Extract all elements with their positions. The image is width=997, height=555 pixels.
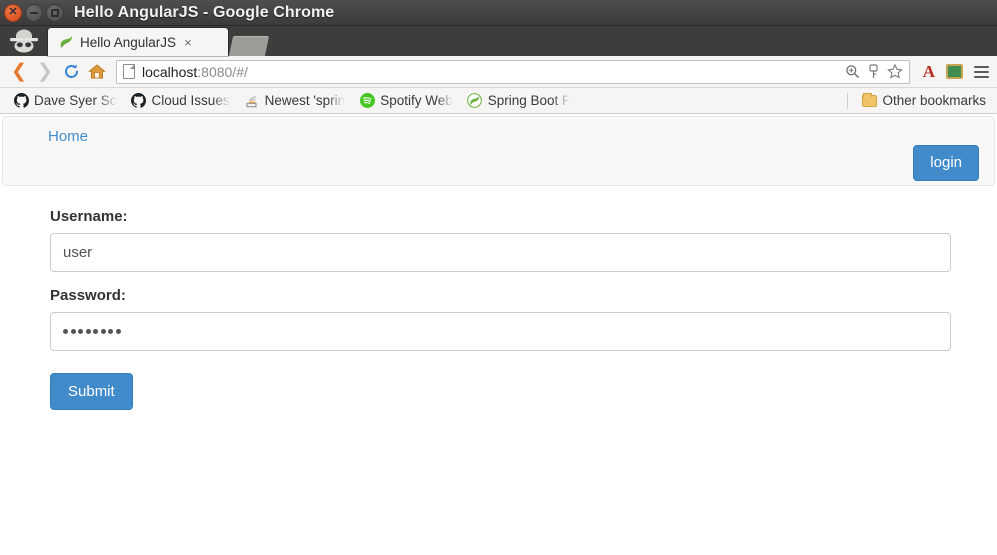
reload-button[interactable]: [58, 59, 84, 85]
other-bookmarks-label: Other bookmarks: [882, 93, 986, 108]
page-container: Home login Username: Password: Submit: [0, 116, 997, 410]
forward-arrow-icon: ❯: [37, 61, 53, 82]
submit-button[interactable]: Submit: [50, 373, 133, 410]
key-icon[interactable]: [867, 64, 880, 79]
password-dot: [115, 329, 121, 334]
tab-close-icon[interactable]: ×: [184, 36, 192, 49]
forward-button[interactable]: ❯: [32, 59, 58, 85]
username-group: Username:: [50, 208, 951, 272]
reload-icon: [63, 63, 80, 80]
window-titlebar: ✕ Hello AngularJS - Google Chrome: [0, 0, 997, 26]
url-host: localhost: [142, 63, 198, 80]
password-dot: [93, 329, 98, 334]
bookmark-item[interactable]: Cloud Issues: [124, 93, 237, 109]
password-dot: [100, 329, 106, 334]
stackoverflow-icon: [244, 93, 260, 109]
bookmark-label: Newest 'sprin: [264, 93, 346, 108]
bookmark-item[interactable]: Spotify Web: [352, 93, 460, 109]
bookmark-item[interactable]: Dave Syer Sc: [6, 93, 124, 109]
submit-row: Submit: [50, 373, 947, 410]
spotify-icon: [359, 93, 375, 109]
bookmark-label: Dave Syer Sc: [34, 93, 117, 108]
back-button[interactable]: ❮: [6, 59, 32, 85]
password-masked-value: [63, 319, 938, 344]
navbar-right: login: [913, 145, 979, 181]
password-dot: [85, 329, 91, 334]
bookmark-star-icon[interactable]: [886, 64, 903, 79]
incognito-icon: [0, 26, 48, 56]
tab-strip: Hello AngularJS ×: [0, 26, 997, 56]
minimize-button[interactable]: [25, 3, 43, 22]
browser-tab[interactable]: Hello AngularJS ×: [48, 28, 228, 56]
screen-extension-icon[interactable]: [946, 64, 963, 79]
new-tab-button[interactable]: [228, 36, 270, 56]
font-extension-icon[interactable]: A: [923, 63, 935, 80]
url-path: :8080/#/: [197, 63, 248, 80]
navbar-links: Home: [18, 125, 979, 149]
password-dot: [108, 329, 113, 334]
omnibox-icons: [845, 64, 905, 79]
password-group: Password:: [50, 287, 951, 351]
back-arrow-icon: ❮: [11, 61, 27, 82]
home-button[interactable]: [84, 59, 110, 85]
username-input[interactable]: [50, 233, 951, 272]
chrome-menu-icon[interactable]: [974, 65, 989, 78]
password-label: Password:: [50, 287, 126, 304]
browser-toolbar: ❮ ❯ localhost:8080/#/ A: [0, 56, 997, 88]
spring-leaf-favicon: [58, 34, 74, 50]
bookmark-label: Spring Boot F: [487, 93, 571, 108]
nav-link-home[interactable]: Home: [18, 125, 103, 149]
zoom-in-icon[interactable]: [845, 64, 860, 79]
bookmark-item[interactable]: Newest 'sprin: [237, 93, 353, 109]
password-dot: [78, 329, 83, 334]
bookmark-item[interactable]: Spring Boot F: [460, 93, 578, 109]
github-icon: [131, 93, 147, 109]
bookmark-label: Cloud Issues: [151, 93, 230, 108]
maximize-button[interactable]: [46, 3, 64, 22]
home-icon: [88, 63, 106, 80]
address-bar[interactable]: localhost:8080/#/: [116, 59, 910, 84]
tab-title: Hello AngularJS: [80, 34, 177, 50]
page-viewport: Home login Username: Password: Submit: [0, 114, 997, 555]
password-dot: [70, 329, 76, 334]
spring-leaf-icon: [467, 93, 483, 109]
extension-icons: A: [914, 63, 989, 80]
github-icon: [13, 93, 29, 109]
url-text: localhost:8080/#/: [142, 64, 845, 80]
other-bookmarks-button[interactable]: Other bookmarks: [854, 92, 993, 109]
login-button[interactable]: login: [913, 145, 979, 181]
bookmarks-bar: Dave Syer Sc Cloud Issues Newest 'sprin …: [0, 88, 997, 114]
login-form: Username: Password: Submit: [2, 186, 995, 410]
bookmarks-separator: [847, 92, 849, 109]
site-navbar: Home login: [2, 116, 995, 186]
username-label: Username:: [50, 208, 128, 225]
folder-icon: [861, 92, 877, 109]
bookmark-label: Spotify Web: [380, 93, 453, 108]
password-input[interactable]: [50, 312, 951, 351]
close-button[interactable]: ✕: [4, 3, 22, 22]
page-info-icon[interactable]: [123, 64, 135, 79]
password-dot: [63, 329, 68, 334]
window-title: Hello AngularJS - Google Chrome: [74, 3, 335, 21]
window-controls: ✕: [0, 3, 64, 22]
